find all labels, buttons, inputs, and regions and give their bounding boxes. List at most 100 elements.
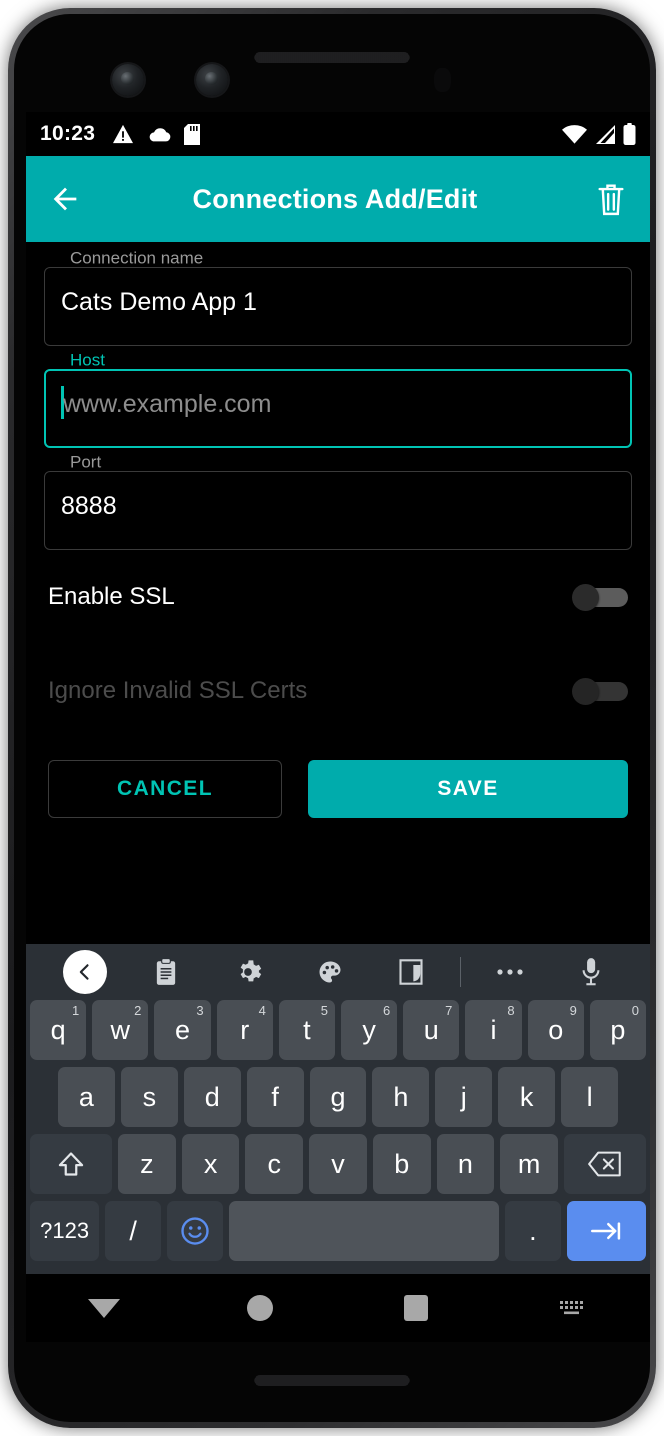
key-x[interactable]: x bbox=[181, 1134, 240, 1194]
form-action-buttons: CANCEL SAVE bbox=[26, 760, 650, 818]
key-label: t bbox=[303, 1014, 311, 1045]
numbers-symbols-key[interactable]: ?123 bbox=[30, 1201, 100, 1261]
back-chevron-icon[interactable] bbox=[62, 950, 107, 994]
clipboard-icon[interactable] bbox=[153, 958, 179, 986]
key-t[interactable]: 5t bbox=[278, 1000, 335, 1060]
keyboard-switcher-button[interactable] bbox=[494, 1298, 650, 1318]
key-k[interactable]: k bbox=[498, 1067, 556, 1127]
nav-recents-button[interactable] bbox=[338, 1295, 494, 1321]
tab-next-arrow-icon bbox=[591, 1222, 621, 1240]
enable-ssl-row[interactable]: Enable SSL bbox=[26, 572, 650, 622]
keyboard-back-chevron-button[interactable] bbox=[44, 950, 126, 994]
key-v[interactable]: v bbox=[309, 1134, 367, 1194]
cancel-button[interactable]: CANCEL bbox=[48, 760, 282, 818]
key-r[interactable]: 4r bbox=[216, 1000, 273, 1060]
key-m[interactable]: m bbox=[500, 1134, 559, 1194]
port-label: Port bbox=[64, 453, 108, 471]
cellular-signal-icon bbox=[596, 124, 615, 144]
key-superscript: 3 bbox=[196, 1003, 204, 1018]
nav-back-button[interactable] bbox=[26, 1298, 182, 1318]
ignore-invalid-ssl-certs-row: Ignore Invalid SSL Certs bbox=[26, 666, 650, 716]
connection-name-value: Cats Demo App 1 bbox=[61, 288, 257, 316]
nav-home-button[interactable] bbox=[182, 1295, 338, 1321]
next-field-key[interactable] bbox=[566, 1201, 646, 1261]
key-label: p bbox=[610, 1014, 626, 1045]
port-value: 8888 bbox=[61, 492, 117, 520]
voice-input-button[interactable] bbox=[550, 957, 632, 987]
key-b[interactable]: b bbox=[372, 1134, 431, 1194]
slash-key[interactable]: / bbox=[105, 1201, 162, 1261]
system-navigation-bar bbox=[26, 1274, 650, 1342]
key-superscript: 9 bbox=[569, 1003, 577, 1018]
phone-screen: 10:23 Connections Add/Edit Connection na… bbox=[26, 112, 650, 1342]
period-key[interactable]: . bbox=[504, 1201, 561, 1261]
key-superscript: 2 bbox=[134, 1003, 142, 1018]
keyboard-row-1: 1q2w3e4r5t6y7u8i9o0p bbox=[26, 1000, 650, 1060]
sd-card-icon bbox=[184, 123, 201, 145]
microphone-icon[interactable] bbox=[580, 957, 602, 987]
connection-form: Connection name Cats Demo App 1 Host www… bbox=[26, 242, 650, 550]
key-y[interactable]: 6y bbox=[341, 1000, 398, 1060]
key-q[interactable]: 1q bbox=[29, 1000, 87, 1060]
key-j[interactable]: j bbox=[435, 1067, 493, 1127]
key-i[interactable]: 8i bbox=[465, 1000, 522, 1060]
cloud-icon bbox=[149, 127, 171, 141]
key-superscript: 5 bbox=[320, 1003, 328, 1018]
backspace-icon bbox=[588, 1151, 621, 1177]
clipboard-button[interactable] bbox=[126, 958, 208, 986]
trash-icon[interactable] bbox=[594, 180, 628, 218]
one-handed-mode-icon[interactable] bbox=[398, 958, 424, 986]
host-field[interactable]: Host www.example.com bbox=[44, 351, 632, 448]
proximity-sensor bbox=[434, 68, 451, 92]
key-l[interactable]: l bbox=[561, 1067, 619, 1127]
palette-icon[interactable] bbox=[316, 958, 344, 986]
key-superscript: 6 bbox=[382, 1003, 391, 1018]
key-o[interactable]: 9o bbox=[527, 1000, 584, 1060]
shift-key[interactable] bbox=[30, 1134, 112, 1194]
enable-ssl-toggle[interactable] bbox=[572, 584, 628, 611]
key-f[interactable]: f bbox=[246, 1067, 304, 1127]
save-button[interactable]: SAVE bbox=[308, 760, 628, 818]
port-field[interactable]: Port 8888 bbox=[44, 453, 632, 550]
status-left-icons bbox=[112, 123, 201, 145]
status-time: 10:23 bbox=[40, 122, 96, 145]
key-label: i bbox=[490, 1014, 497, 1045]
key-label: y bbox=[362, 1014, 376, 1045]
more-options-icon[interactable] bbox=[496, 967, 524, 977]
connection-name-field[interactable]: Connection name Cats Demo App 1 bbox=[44, 249, 632, 346]
key-e[interactable]: 3e bbox=[154, 1000, 211, 1060]
recents-square-icon bbox=[404, 1295, 428, 1321]
phone-body: 10:23 Connections Add/Edit Connection na… bbox=[14, 14, 650, 1422]
key-label: w bbox=[110, 1014, 131, 1045]
backspace-key[interactable] bbox=[564, 1134, 646, 1194]
toggle-thumb bbox=[572, 678, 599, 705]
keyboard-settings-button[interactable] bbox=[207, 958, 289, 986]
key-p[interactable]: 0p bbox=[589, 1000, 647, 1060]
emoji-key[interactable] bbox=[167, 1201, 223, 1261]
key-z[interactable]: z bbox=[117, 1134, 176, 1194]
key-label: o bbox=[548, 1014, 564, 1045]
key-a[interactable]: a bbox=[58, 1067, 115, 1127]
one-handed-mode-button[interactable] bbox=[370, 958, 452, 986]
key-w[interactable]: 2w bbox=[92, 1000, 149, 1060]
key-superscript: 4 bbox=[258, 1003, 266, 1018]
host-label: Host bbox=[64, 351, 111, 369]
key-u[interactable]: 7u bbox=[403, 1000, 460, 1060]
key-superscript: 8 bbox=[507, 1003, 515, 1018]
theme-palette-button[interactable] bbox=[289, 958, 371, 986]
more-options-button[interactable] bbox=[469, 967, 551, 977]
ignore-invalid-ssl-certs-label: Ignore Invalid SSL Certs bbox=[48, 677, 308, 704]
dismiss-keyboard-triangle-icon bbox=[88, 1298, 120, 1318]
key-h[interactable]: h bbox=[372, 1067, 430, 1127]
connection-name-label: Connection name bbox=[64, 249, 210, 267]
key-s[interactable]: s bbox=[120, 1067, 178, 1127]
bottom-speaker-grille bbox=[254, 1375, 410, 1386]
space-key[interactable] bbox=[228, 1201, 499, 1261]
key-c[interactable]: c bbox=[245, 1134, 304, 1194]
key-g[interactable]: g bbox=[309, 1067, 367, 1127]
phone-frame: 10:23 Connections Add/Edit Connection na… bbox=[8, 8, 656, 1428]
key-d[interactable]: d bbox=[183, 1067, 241, 1127]
wifi-icon bbox=[562, 124, 587, 144]
gear-icon[interactable] bbox=[234, 958, 262, 986]
key-n[interactable]: n bbox=[436, 1134, 495, 1194]
